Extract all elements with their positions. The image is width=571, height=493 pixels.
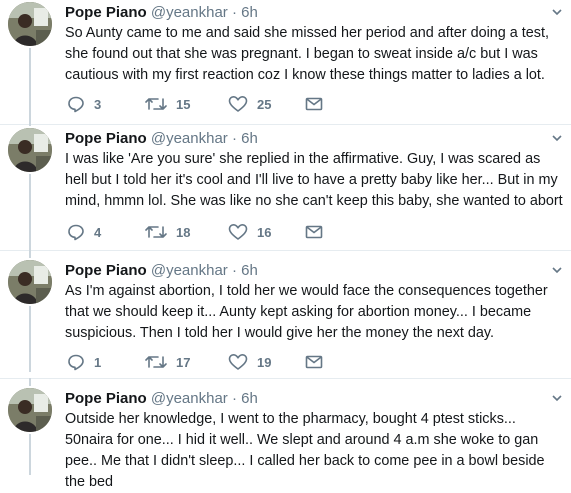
retweet-icon [145,226,167,238]
tweet-header: Pope Piano @yeankhar · 6h [65,4,258,22]
retweet-icon [145,356,167,368]
direct-message-button[interactable] [305,222,323,242]
tweet-text: Outside her knowledge, I went to the pha… [65,411,545,490]
direct-message-button[interactable] [305,94,323,114]
timestamp[interactable]: 6h [241,390,258,407]
separator-dot: · [231,262,237,279]
user-handle[interactable]: @yeankhar [151,390,228,407]
thread-connector [29,48,31,124]
tweet-text: So Aunty came to me and said she missed … [65,25,549,83]
retweet-icon [145,98,167,110]
thread-connector [29,122,31,126]
chevron-down-icon[interactable] [551,264,563,276]
like-button[interactable]: 16 [228,222,271,242]
reply-button[interactable]: 4 [67,222,101,242]
reply-count: 4 [94,224,102,240]
reply-icon [68,224,84,241]
display-name[interactable]: Pope Piano [65,4,147,21]
reply-button[interactable]: 3 [67,94,101,114]
reply-icon [68,354,84,371]
display-name[interactable]: Pope Piano [65,390,147,407]
tweet-header: Pope Piano @yeankhar · 6h [65,390,258,408]
retweet-count: 17 [176,354,191,370]
thread-connector [29,378,31,386]
retweet-count: 18 [176,224,191,240]
envelope-icon [305,97,323,111]
tweet[interactable]: Pope Piano @yeankhar · 6h I was like 'Ar… [0,122,571,250]
chevron-down-icon[interactable] [551,392,563,404]
heart-icon [228,224,248,240]
tweet-divider [0,124,571,125]
like-count: 16 [257,224,272,240]
avatar[interactable] [8,260,52,304]
thread-connector [29,174,31,250]
envelope-icon [305,355,323,369]
timestamp[interactable]: 6h [241,262,258,279]
thread-connector [29,306,31,372]
tweet[interactable]: Pope Piano @yeankhar · 6h As I'm against… [0,250,571,372]
tweet[interactable]: Pope Piano @yeankhar · 6h Outside her kn… [0,378,571,490]
reply-count: 1 [94,354,102,370]
retweet-count: 15 [176,96,191,112]
timestamp[interactable]: 6h [241,130,258,147]
retweet-button[interactable]: 18 [145,222,190,242]
like-count: 25 [257,96,272,112]
avatar[interactable] [8,388,52,432]
envelope-icon [305,225,323,239]
tweet-header: Pope Piano @yeankhar · 6h [65,130,258,148]
chevron-down-icon[interactable] [551,132,563,144]
timestamp[interactable]: 6h [241,4,258,21]
like-count: 19 [257,354,272,370]
tweet-divider [0,378,571,379]
chevron-down-icon[interactable] [551,6,563,18]
reply-button[interactable]: 1 [67,352,101,372]
thread-connector [29,250,31,258]
tweet-text: As I'm against abortion, I told her we w… [65,283,548,341]
direct-message-button[interactable] [305,352,323,372]
tweet-text: I was like 'Are you sure' she replied in… [65,151,563,209]
thread-connector [29,434,31,475]
user-handle[interactable]: @yeankhar [151,4,228,21]
user-handle[interactable]: @yeankhar [151,262,228,279]
separator-dot: · [231,130,237,147]
avatar[interactable] [8,128,52,172]
like-button[interactable]: 19 [228,352,271,372]
tweet-thread: Pope Piano @yeankhar · 6h So Aunty came … [0,0,571,490]
retweet-button[interactable]: 17 [145,352,190,372]
heart-icon [228,354,248,370]
reply-icon [68,96,84,113]
tweet-header: Pope Piano @yeankhar · 6h [65,262,258,280]
heart-icon [228,96,248,112]
tweet-divider [0,250,571,251]
separator-dot: · [231,4,237,21]
display-name[interactable]: Pope Piano [65,130,147,147]
user-handle[interactable]: @yeankhar [151,130,228,147]
avatar[interactable] [8,2,52,46]
reply-count: 3 [94,96,102,112]
like-button[interactable]: 25 [228,94,271,114]
display-name[interactable]: Pope Piano [65,262,147,279]
retweet-button[interactable]: 15 [145,94,190,114]
separator-dot: · [231,390,237,407]
tweet[interactable]: Pope Piano @yeankhar · 6h So Aunty came … [0,2,571,124]
